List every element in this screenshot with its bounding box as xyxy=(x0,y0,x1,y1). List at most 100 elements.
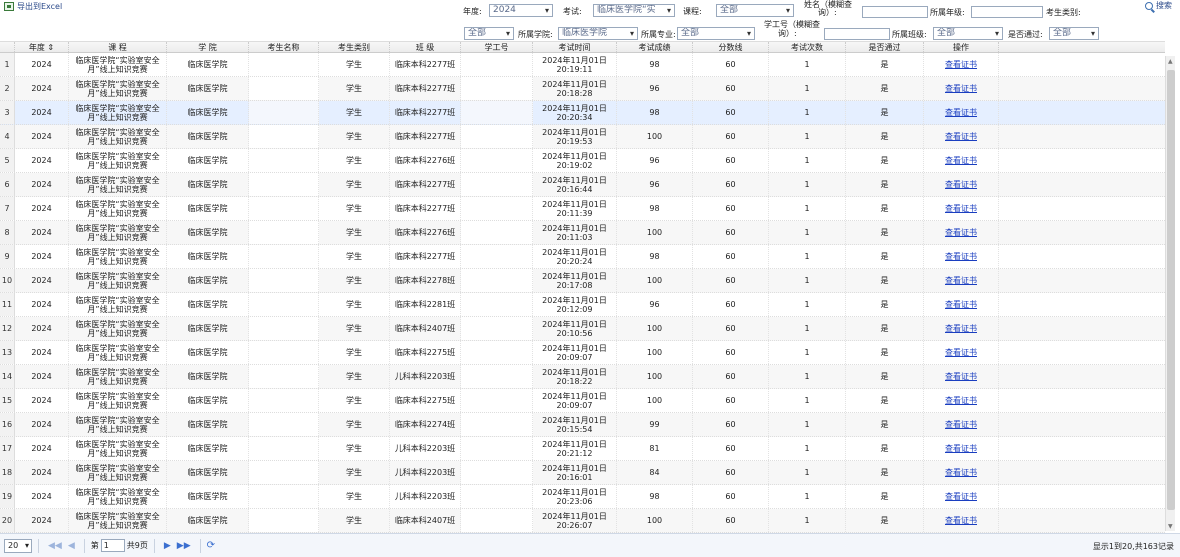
view-certificate-link[interactable]: 查看证书 xyxy=(945,60,977,69)
table-row[interactable]: 9 2024 临床医学院“实验室安全 月”线上知识竞赛 临床医学院 学生 临床本科2277班… xyxy=(0,245,1165,269)
course-cell-line: 临床医学院“实验室安全 xyxy=(75,103,160,113)
table-row[interactable]: 20 2024 临床医学院“实验室安全 月”线上知识竞赛 临床医学院 学生 临床本科2407… xyxy=(0,509,1165,533)
view-certificate-link[interactable]: 查看证书 xyxy=(945,492,977,501)
view-certificate-link[interactable]: 查看证书 xyxy=(945,300,977,309)
view-certificate-link[interactable]: 查看证书 xyxy=(945,444,977,453)
student-id-input[interactable] xyxy=(824,28,890,40)
prev-page-icon[interactable]: ◀ xyxy=(68,541,75,551)
table-row[interactable]: 14 2024 临床医学院“实验室安全 月”线上知识竞赛 临床医学院 学生 儿科本科2203… xyxy=(0,365,1165,389)
view-certificate-link[interactable]: 查看证书 xyxy=(945,228,977,237)
table-row[interactable]: 17 2024 临床医学院“实验室安全 月”线上知识竞赛 临床医学院 学生 儿科本科2203… xyxy=(0,437,1165,461)
exam-select[interactable]: 临床医学院“实 ▾ xyxy=(593,4,675,17)
view-certificate-cell: 查看证书 xyxy=(924,413,999,436)
view-certificate-link[interactable]: 查看证书 xyxy=(945,180,977,189)
passed-cell: 是 xyxy=(846,53,924,76)
page-number-input[interactable]: 1 xyxy=(100,539,125,552)
search-label: 搜索 xyxy=(1156,1,1172,10)
class-cell: 临床本科2277班 xyxy=(390,53,461,76)
table-row[interactable]: 18 2024 临床医学院“实验室安全 月”线上知识竞赛 临床医学院 学生 儿科本科2203… xyxy=(0,461,1165,485)
first-page-icon[interactable]: ◀◀ xyxy=(48,541,62,551)
college-cell: 临床医学院 xyxy=(167,101,249,124)
table-row[interactable]: 2 2024 临床医学院“实验室安全 月”线上知识竞赛 临床医学院 学生 临床本科2277班… xyxy=(0,77,1165,101)
page-size-select[interactable]: 20 ▾ xyxy=(4,538,32,553)
table-row[interactable]: 10 2024 临床医学院“实验室安全 月”线上知识竞赛 临床医学院 学生 临床本科2278… xyxy=(0,269,1165,293)
student-name-cell xyxy=(249,317,319,340)
table-row[interactable]: 16 2024 临床医学院“实验室安全 月”线上知识竞赛 临床医学院 学生 临床本科2274… xyxy=(0,413,1165,437)
view-certificate-link[interactable]: 查看证书 xyxy=(945,108,977,117)
passed-cell: 是 xyxy=(846,173,924,196)
passline-cell: 60 xyxy=(693,437,769,460)
chevron-down-icon: ▾ xyxy=(629,29,634,38)
year-select[interactable]: 2024 ▾ xyxy=(489,4,553,17)
student-type-header: 考生类别 xyxy=(319,42,390,52)
table-row[interactable]: 4 2024 临床医学院“实验室安全 月”线上知识竞赛 临床医学院 学生 临床本科2277班… xyxy=(0,125,1165,149)
row-number-cell: 3 xyxy=(0,101,15,124)
view-certificate-link[interactable]: 查看证书 xyxy=(945,132,977,141)
course-cell-line: 临床医学院“实验室安全 xyxy=(75,391,160,401)
next-page-icon[interactable]: ▶ xyxy=(164,541,171,551)
search-button[interactable]: 搜索 xyxy=(1145,0,1172,11)
student-id-cell xyxy=(461,101,533,124)
course-select[interactable]: 全部 ▾ xyxy=(716,4,794,17)
view-certificate-link[interactable]: 查看证书 xyxy=(945,156,977,165)
exam-time-cell-line: 2024年11月01日 xyxy=(542,391,607,401)
year-cell: 2024 xyxy=(15,221,69,244)
attempts-cell: 1 xyxy=(769,461,846,484)
year-cell: 2024 xyxy=(15,245,69,268)
class-select[interactable]: 全部 ▾ xyxy=(933,27,1003,40)
table-row[interactable]: 15 2024 临床医学院“实验室安全 月”线上知识竞赛 临床医学院 学生 临床本科2275… xyxy=(0,389,1165,413)
course-cell-line: 月”线上知识竞赛 xyxy=(87,424,148,434)
table-row[interactable]: 1 2024 临床医学院“实验室安全 月”线上知识竞赛 临床医学院 学生 临床本科2277班… xyxy=(0,53,1165,77)
refresh-icon[interactable]: ⟳ xyxy=(207,540,215,551)
table-row[interactable]: 12 2024 临床医学院“实验室安全 月”线上知识竞赛 临床医学院 学生 临床本科2407… xyxy=(0,317,1165,341)
view-certificate-link[interactable]: 查看证书 xyxy=(945,324,977,333)
year-cell: 2024 xyxy=(15,125,69,148)
view-certificate-link[interactable]: 查看证书 xyxy=(945,204,977,213)
category-select[interactable]: 全部 ▾ xyxy=(464,27,514,40)
row-filler xyxy=(999,221,1165,244)
table-row[interactable]: 7 2024 临床医学院“实验室安全 月”线上知识竞赛 临床医学院 学生 临床本科2277班… xyxy=(0,197,1165,221)
course-cell-line: 月”线上知识竞赛 xyxy=(87,496,148,506)
scroll-up-icon[interactable]: ▲ xyxy=(1168,58,1173,65)
table-row[interactable]: 3 2024 临床医学院“实验室安全 月”线上知识竞赛 临床医学院 学生 临床本科2277班… xyxy=(0,101,1165,125)
class-cell: 儿科本科2203班 xyxy=(390,485,461,508)
student-type-cell: 学生 xyxy=(319,365,390,388)
view-certificate-link[interactable]: 查看证书 xyxy=(945,420,977,429)
scroll-down-icon[interactable]: ▼ xyxy=(1168,523,1173,530)
table-row[interactable]: 11 2024 临床医学院“实验室安全 月”线上知识竞赛 临床医学院 学生 临床本科2281… xyxy=(0,293,1165,317)
scrollbar-thumb[interactable] xyxy=(1167,70,1175,510)
student-type-cell: 学生 xyxy=(319,173,390,196)
attempts-cell: 1 xyxy=(769,149,846,172)
view-certificate-link[interactable]: 查看证书 xyxy=(945,348,977,357)
class-cell: 临床本科2277班 xyxy=(390,101,461,124)
major-select[interactable]: 全部 ▾ xyxy=(677,27,755,40)
attempts-cell: 1 xyxy=(769,173,846,196)
export-excel-button[interactable]: 导出到Excel xyxy=(4,1,62,12)
row-number-cell: 5 xyxy=(0,149,15,172)
course-cell-line: 临床医学院“实验室安全 xyxy=(75,343,160,353)
view-certificate-link[interactable]: 查看证书 xyxy=(945,516,977,525)
view-certificate-cell: 查看证书 xyxy=(924,317,999,340)
year-header[interactable]: 年度 ⇕ xyxy=(15,42,69,52)
view-certificate-link[interactable]: 查看证书 xyxy=(945,84,977,93)
exam-time-cell-line: 2024年11月01日 xyxy=(542,343,607,353)
pass-select-value: 全部 xyxy=(1053,28,1072,38)
view-certificate-link[interactable]: 查看证书 xyxy=(945,372,977,381)
name-input[interactable] xyxy=(862,6,928,18)
pass-select[interactable]: 全部 ▾ xyxy=(1049,27,1099,40)
view-certificate-link[interactable]: 查看证书 xyxy=(945,252,977,261)
view-certificate-link[interactable]: 查看证书 xyxy=(945,276,977,285)
table-row[interactable]: 8 2024 临床医学院“实验室安全 月”线上知识竞赛 临床医学院 学生 临床本科2276班… xyxy=(0,221,1165,245)
table-row[interactable]: 5 2024 临床医学院“实验室安全 月”线上知识竞赛 临床医学院 学生 临床本科2276班… xyxy=(0,149,1165,173)
view-certificate-cell: 查看证书 xyxy=(924,341,999,364)
vertical-scrollbar[interactable]: ▲ ▼ xyxy=(1165,56,1175,531)
view-certificate-link[interactable]: 查看证书 xyxy=(945,396,977,405)
table-row[interactable]: 13 2024 临床医学院“实验室安全 月”线上知识竞赛 临床医学院 学生 临床本科2275… xyxy=(0,341,1165,365)
class-cell: 临床本科2278班 xyxy=(390,269,461,292)
college-select[interactable]: 临床医学院 ▾ xyxy=(558,27,638,40)
view-certificate-link[interactable]: 查看证书 xyxy=(945,468,977,477)
table-row[interactable]: 19 2024 临床医学院“实验室安全 月”线上知识竞赛 临床医学院 学生 儿科本科2203… xyxy=(0,485,1165,509)
table-row[interactable]: 6 2024 临床医学院“实验室安全 月”线上知识竞赛 临床医学院 学生 临床本科2277班… xyxy=(0,173,1165,197)
grade-input[interactable] xyxy=(971,6,1043,18)
last-page-icon[interactable]: ▶▶ xyxy=(177,541,191,551)
